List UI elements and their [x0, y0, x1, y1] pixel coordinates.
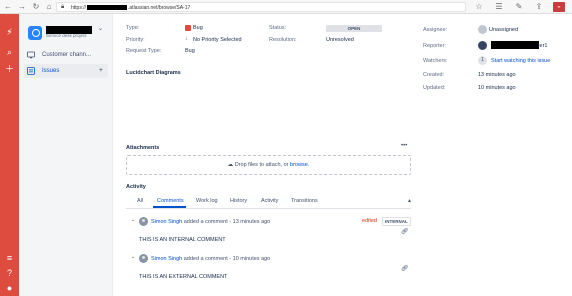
sort-order-icon[interactable]: ▲ — [407, 198, 412, 204]
internal-badge: INTERNAL — [382, 217, 411, 226]
more-options-icon[interactable]: ••• — [401, 143, 407, 149]
browse-link[interactable]: browse. — [290, 162, 309, 168]
forward-icon[interactable]: → — [17, 2, 27, 12]
watchers-label: Watchers: — [423, 58, 448, 64]
permalink-icon[interactable]: 🔗︎ — [401, 265, 409, 272]
tab-history[interactable]: History — [230, 198, 247, 204]
updated-label: Updated: — [423, 85, 446, 91]
comment-action: added a comment - 13 minutes ago — [183, 219, 271, 225]
reload-icon[interactable]: ↻ — [31, 2, 41, 12]
back-icon[interactable]: ← — [3, 2, 13, 12]
favorites-bar-icon[interactable]: ☰ — [494, 2, 504, 12]
attachments-title: Attachments — [126, 145, 160, 151]
chevron-down-icon[interactable]: ⌄ — [98, 25, 103, 32]
updated-value: 10 minutes ago — [478, 85, 516, 91]
tabs-divider — [126, 208, 411, 209]
menu-icon[interactable]: ≡ — [3, 252, 16, 265]
sidebar-item-label: Issues — [42, 68, 60, 74]
add-filter-icon[interactable]: + — [99, 64, 103, 78]
extension-icon[interactable]: ▪▪ — [553, 2, 565, 12]
issues-icon — [27, 67, 35, 75]
profile-icon[interactable]: ● — [3, 282, 16, 295]
assignee-value[interactable]: Unassigned — [489, 27, 518, 33]
monitor-icon — [27, 51, 35, 59]
comment-body: THIS IS AN EXTERNAL COMMENT — [139, 274, 228, 280]
browser-toolbar: ← → ↻ ⌂ 🔒︎ https://.atlassian.net/browse… — [0, 0, 572, 14]
status-label: Status: — [269, 25, 287, 31]
permalink-icon[interactable]: 🔗︎ — [401, 228, 409, 235]
search-icon[interactable]: ⌕ — [3, 46, 16, 59]
redacted-block — [87, 5, 128, 11]
comment-body: THIS IS AN INTERNAL COMMENT — [139, 237, 226, 243]
watch-issue-link[interactable]: Start watching this issue — [491, 58, 550, 64]
sidebar-item-issues[interactable]: Issues + — [24, 64, 108, 78]
priority-label: Priority: — [126, 37, 145, 43]
lucidchart-title: Lucidchart Diagrams — [126, 70, 181, 76]
tab-activity[interactable]: Activity — [261, 198, 278, 204]
request-type-value[interactable]: Bug — [185, 48, 195, 54]
upload-cloud-icon: ☁︎ — [227, 162, 234, 168]
favorite-star-icon[interactable]: ☆ — [474, 2, 484, 12]
comment-author[interactable]: Simon Singh — [151, 256, 182, 262]
assignee-label: Assignee: — [423, 27, 448, 33]
project-sidebar: Service desk project ⌄ Customer chann...… — [19, 14, 113, 296]
share-icon[interactable]: ⇪ — [534, 2, 544, 12]
priority-icon: ↓ — [185, 36, 188, 42]
project-avatar-icon[interactable] — [28, 26, 42, 40]
edited-label: edited — [362, 218, 377, 224]
created-value: 13 minutes ago — [478, 72, 516, 78]
comment-author[interactable]: Simon Singh — [151, 219, 182, 225]
collapse-comment-icon[interactable]: ⌄ — [131, 217, 135, 223]
create-icon[interactable]: ＋ — [3, 63, 16, 76]
created-label: Created: — [423, 72, 445, 78]
priority-value[interactable]: No Priority Selected — [193, 37, 242, 43]
sidebar-item-customer-channels[interactable]: Customer chann... — [24, 48, 108, 62]
project-type: Service desk project — [46, 33, 87, 38]
global-nav-rail: ⚡︎ ⌕ ＋ ≡ ? ● — [0, 14, 19, 296]
jira-logo-icon[interactable]: ⚡︎ — [3, 26, 16, 39]
tab-all[interactable]: All — [137, 198, 143, 204]
watchers-count[interactable]: 1 — [478, 56, 487, 65]
comment-header: Simon Singh added a comment - 13 minutes… — [151, 219, 270, 225]
type-value: Bug — [193, 25, 203, 31]
reporter-name-suffix[interactable]: ter1 — [538, 43, 547, 49]
avatar[interactable] — [139, 217, 148, 226]
comment-header: Simon Singh added a comment - 10 minutes… — [151, 256, 270, 262]
activity-title: Activity — [126, 184, 146, 190]
status-badge[interactable]: OPEN — [326, 25, 382, 32]
type-label: Type: — [126, 25, 140, 31]
unassigned-avatar — [478, 25, 487, 34]
reporter-label: Reporter: — [423, 43, 446, 49]
sidebar-item-label: Customer chann... — [42, 52, 92, 58]
address-bar[interactable]: 🔒︎ https://.atlassian.net/browse/SA-17 — [56, 2, 466, 12]
url-text: https://.atlassian.net/browse/SA-17 — [71, 5, 191, 11]
tab-work-log[interactable]: Work log — [196, 198, 218, 204]
tab-transitions[interactable]: Transitions — [291, 198, 318, 204]
reporter-avatar — [478, 41, 487, 50]
avatar[interactable] — [139, 254, 148, 263]
tab-comments[interactable]: Comments — [157, 198, 184, 204]
help-icon[interactable]: ? — [3, 267, 16, 280]
collapse-comment-icon[interactable]: ⌄ — [131, 254, 135, 260]
attachment-drop-zone[interactable]: ☁︎ Drop files to attach, or browse. — [126, 155, 411, 175]
pen-icon[interactable]: ✎ — [514, 2, 524, 12]
resolution-label: Resolution: — [269, 37, 297, 43]
lock-icon: 🔒︎ — [61, 4, 65, 10]
comment-action: added a comment - 10 minutes ago — [183, 256, 271, 262]
reporter-name-redacted[interactable] — [491, 41, 539, 49]
home-icon[interactable]: ⌂ — [44, 2, 54, 12]
bug-icon — [185, 25, 191, 31]
request-type-label: Request Type: — [126, 48, 162, 54]
drop-text: Drop files to attach, or — [234, 162, 289, 168]
resolution-value: Unresolved — [326, 37, 354, 43]
